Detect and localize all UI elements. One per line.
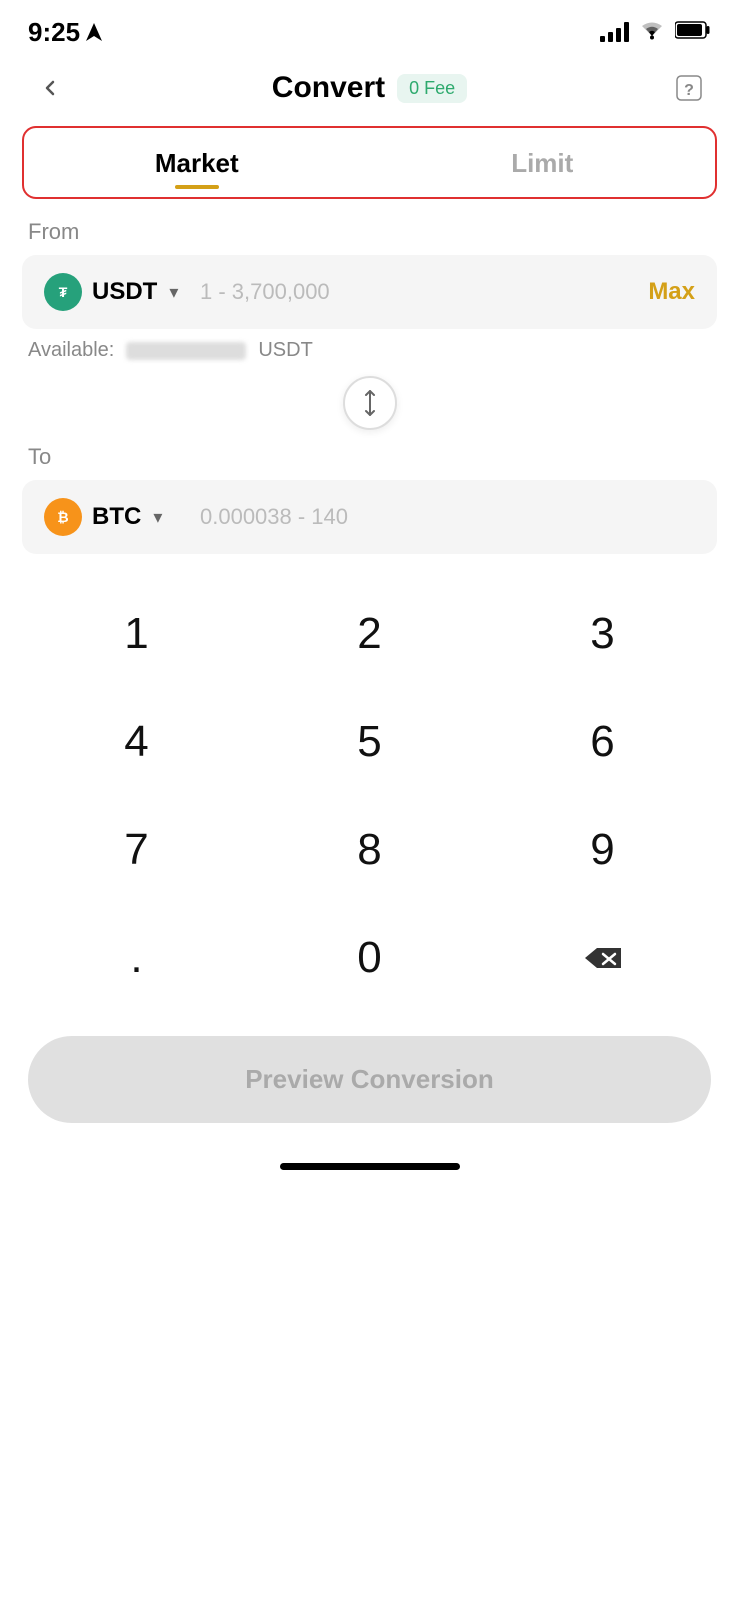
status-time: 9:25 xyxy=(28,17,102,48)
key-1[interactable]: 1 xyxy=(32,584,242,684)
key-6[interactable]: 6 xyxy=(498,692,708,792)
keypad-row-3: 7 8 9 xyxy=(20,800,719,900)
status-icons xyxy=(600,20,711,45)
to-currency-name: BTC xyxy=(92,503,141,531)
signal-icon xyxy=(600,22,629,42)
preview-conversion-button[interactable]: Preview Conversion xyxy=(28,1036,711,1123)
header: Convert 0 Fee ? xyxy=(0,56,739,126)
tab-bar: Market Limit xyxy=(22,126,717,199)
keypad: 1 2 3 4 5 6 7 8 9 . 0 xyxy=(0,584,739,1008)
wifi-icon xyxy=(639,20,665,45)
available-currency: USDT xyxy=(258,339,312,362)
tab-market-label: Market xyxy=(155,148,239,178)
key-2[interactable]: 2 xyxy=(265,584,475,684)
home-indicator xyxy=(0,1147,739,1182)
max-button[interactable]: Max xyxy=(648,278,695,306)
from-input-area[interactable]: 1 - 3,700,000 xyxy=(184,279,638,305)
key-0[interactable]: 0 xyxy=(265,908,475,1008)
help-button[interactable]: ? xyxy=(667,66,711,110)
from-currency-name: USDT xyxy=(92,278,157,306)
to-currency-selector[interactable]: ₿ BTC ▾ xyxy=(44,498,184,536)
available-row: Available: USDT xyxy=(28,339,711,362)
svg-text:₮: ₮ xyxy=(59,284,68,300)
available-amount-blur xyxy=(126,342,246,360)
time-display: 9:25 xyxy=(28,17,80,48)
tab-limit[interactable]: Limit xyxy=(370,128,716,197)
page-title: Convert xyxy=(272,71,385,105)
keypad-row-4: . 0 xyxy=(20,908,719,1008)
to-label: To xyxy=(28,444,711,470)
header-title-area: Convert 0 Fee xyxy=(272,71,467,105)
tab-limit-label: Limit xyxy=(511,148,573,178)
from-currency-selector[interactable]: ₮ USDT ▾ xyxy=(44,273,184,311)
from-label: From xyxy=(28,219,711,245)
key-8[interactable]: 8 xyxy=(265,800,475,900)
home-bar xyxy=(280,1163,460,1170)
from-placeholder: 1 - 3,700,000 xyxy=(200,279,330,304)
key-4[interactable]: 4 xyxy=(32,692,242,792)
location-icon xyxy=(86,23,102,41)
key-9[interactable]: 9 xyxy=(498,800,708,900)
svg-text:?: ? xyxy=(684,82,694,99)
available-label: Available: xyxy=(28,339,114,362)
backspace-icon xyxy=(583,944,623,972)
svg-text:₿: ₿ xyxy=(57,509,68,525)
tab-market[interactable]: Market xyxy=(24,128,370,197)
keypad-row-1: 1 2 3 xyxy=(20,584,719,684)
key-decimal[interactable]: . xyxy=(32,908,242,1008)
key-5[interactable]: 5 xyxy=(265,692,475,792)
from-currency-row: ₮ USDT ▾ 1 - 3,700,000 Max xyxy=(22,255,717,329)
to-currency-row: ₿ BTC ▾ 0.000038 - 140 xyxy=(22,480,717,554)
fee-badge: 0 Fee xyxy=(397,74,467,103)
btc-icon: ₿ xyxy=(44,498,82,536)
swap-button[interactable] xyxy=(343,376,397,430)
battery-icon xyxy=(675,21,711,44)
key-7[interactable]: 7 xyxy=(32,800,242,900)
key-3[interactable]: 3 xyxy=(498,584,708,684)
to-chevron-icon: ▾ xyxy=(153,507,162,528)
tab-active-indicator xyxy=(175,185,219,189)
from-chevron-icon: ▾ xyxy=(169,282,178,303)
status-bar: 9:25 xyxy=(0,0,739,56)
to-placeholder: 0.000038 - 140 xyxy=(200,504,348,529)
to-input-area[interactable]: 0.000038 - 140 xyxy=(184,504,695,530)
back-button[interactable] xyxy=(28,66,72,110)
swap-button-wrapper xyxy=(0,376,739,430)
preview-button-wrapper: Preview Conversion xyxy=(0,1016,739,1147)
usdt-icon: ₮ xyxy=(44,273,82,311)
key-backspace[interactable] xyxy=(498,908,708,1008)
keypad-row-2: 4 5 6 xyxy=(20,692,719,792)
